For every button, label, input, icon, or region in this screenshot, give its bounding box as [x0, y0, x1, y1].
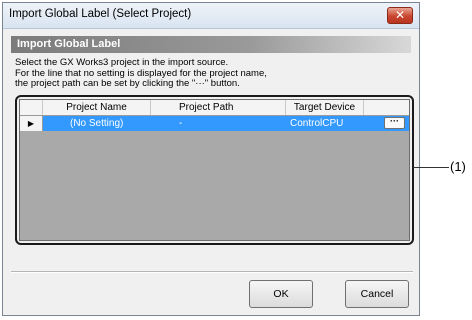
section-header: Import Global Label [11, 36, 411, 53]
import-global-label-dialog: Import Global Label (Select Project) ✕ I… [2, 2, 420, 316]
table-row[interactable]: ▶ (No Setting) - ControlCPU ··· [20, 116, 409, 131]
window-title: Import Global Label (Select Project) [9, 8, 192, 20]
column-header-project-path[interactable]: Project Path [151, 100, 286, 115]
description-line: the project path can be set by clicking … [15, 78, 240, 89]
divider [11, 271, 413, 273]
ok-button[interactable]: OK [249, 280, 313, 308]
column-header-project-name[interactable]: Project Name [43, 100, 151, 115]
project-grid[interactable]: Project Name Project Path Target Device … [19, 99, 410, 241]
cell-browse: ··· [364, 116, 409, 131]
cell-project-name[interactable]: (No Setting) [43, 116, 151, 131]
project-grid-highlight: Project Name Project Path Target Device … [15, 95, 414, 245]
title-bar: Import Global Label (Select Project) ✕ [3, 3, 419, 29]
browse-project-button[interactable]: ··· [384, 117, 405, 129]
cancel-button[interactable]: Cancel [345, 280, 409, 308]
grid-header: Project Name Project Path Target Device [20, 100, 409, 116]
close-button[interactable]: ✕ [387, 7, 413, 24]
description-line: Select the GX Works3 project in the impo… [15, 57, 229, 68]
column-header-target-device[interactable]: Target Device [286, 100, 364, 115]
callout-leader-line [413, 167, 449, 168]
column-header-browse [364, 100, 409, 115]
callout-label: (1) [450, 159, 466, 174]
row-header-corner [20, 100, 43, 115]
cell-target-device[interactable]: ControlCPU [286, 116, 364, 131]
cell-project-path[interactable]: - [151, 116, 286, 131]
description-text: Select the GX Works3 project in the impo… [15, 57, 410, 90]
close-icon: ✕ [394, 8, 406, 22]
row-indicator-icon[interactable]: ▶ [20, 116, 43, 131]
